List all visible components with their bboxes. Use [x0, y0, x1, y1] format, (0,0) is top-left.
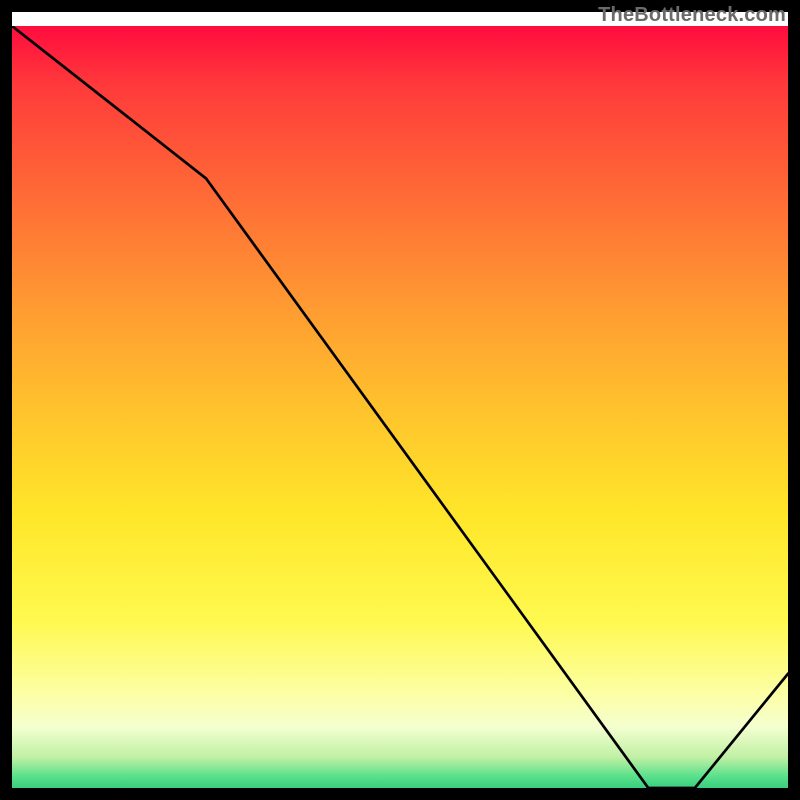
chart-plot-area	[12, 26, 788, 788]
chart-series-line	[12, 26, 788, 788]
watermark-text: TheBottleneck.com	[598, 4, 786, 27]
chart-svg	[12, 26, 788, 788]
